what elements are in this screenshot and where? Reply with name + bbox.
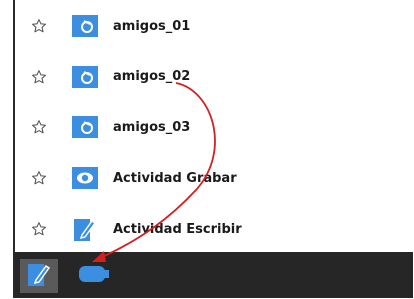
entry-title: amigos_01 [113, 18, 191, 34]
journal-button[interactable] [20, 259, 58, 293]
journal-entry-list: amigos_01 amigos_02 amigos_03 Actividad … [15, 0, 413, 255]
star-icon[interactable] [29, 168, 49, 188]
entry-title: amigos_03 [113, 119, 191, 135]
star-icon[interactable] [29, 67, 49, 87]
document-icon[interactable] [72, 15, 98, 37]
usb-drive-icon [77, 265, 111, 287]
document-icon[interactable] [72, 116, 98, 138]
journal-icon [27, 260, 51, 292]
star-icon[interactable] [29, 16, 49, 36]
entry-title: Actividad Grabar [113, 170, 237, 186]
list-item[interactable]: Actividad Grabar [15, 153, 413, 203]
list-item[interactable]: amigos_03 [15, 101, 413, 153]
star-icon[interactable] [29, 219, 49, 239]
star-icon[interactable] [29, 117, 49, 137]
list-item[interactable]: amigos_02 [15, 52, 413, 101]
write-activity-icon[interactable] [72, 218, 98, 241]
document-icon[interactable] [72, 65, 98, 88]
taskbar [15, 252, 413, 298]
entry-title: Actividad Escribir [113, 221, 242, 237]
list-item[interactable]: Actividad Escribir [15, 203, 413, 255]
list-item[interactable]: amigos_01 [15, 0, 413, 52]
usb-drive-button[interactable] [75, 265, 113, 287]
journal-window: amigos_01 amigos_02 amigos_03 Actividad … [13, 0, 413, 298]
record-activity-icon[interactable] [72, 167, 98, 189]
entry-title: amigos_02 [113, 69, 191, 84]
